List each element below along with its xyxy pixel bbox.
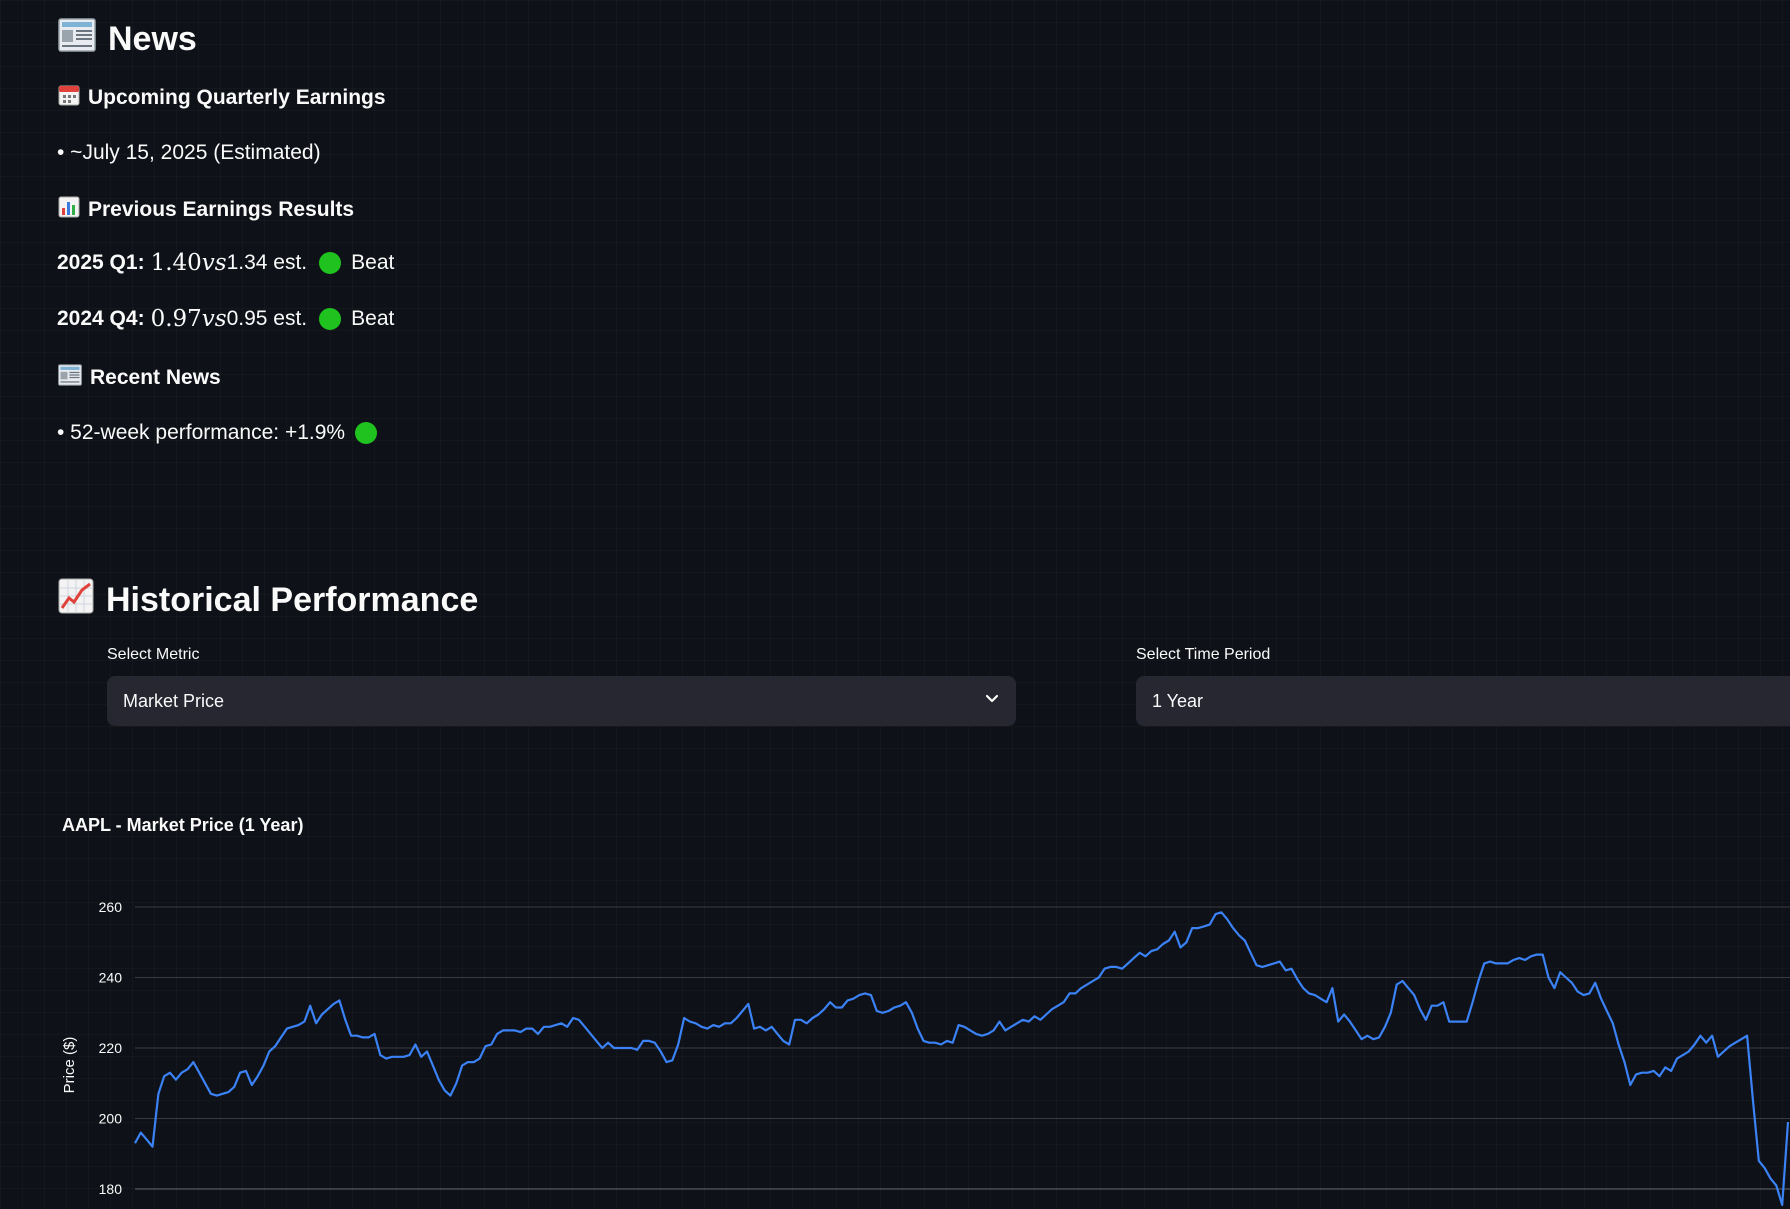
earnings-period-label: 2025 Q1: bbox=[57, 251, 145, 274]
historical-performance-title: Historical Performance bbox=[106, 581, 479, 619]
chart-increasing-icon bbox=[58, 578, 94, 623]
earnings-estimate-value: 1.34 est. bbox=[226, 251, 308, 274]
metric-select-value: Market Price bbox=[123, 690, 225, 711]
green-circle-icon bbox=[355, 422, 378, 444]
news-heading: News bbox=[58, 18, 197, 61]
y-axis-label: Price ($) bbox=[61, 1037, 78, 1094]
recent-news-heading: Recent News bbox=[58, 364, 221, 392]
upcoming-earnings-heading: Upcoming Quarterly Earnings bbox=[58, 84, 386, 112]
metric-select[interactable]: Market Price bbox=[107, 676, 1016, 726]
price-series-line bbox=[134, 911, 1790, 1206]
previous-earnings-heading: Previous Earnings Results bbox=[58, 196, 354, 224]
chart-title: AAPL - Market Price (1 Year) bbox=[62, 815, 304, 835]
select-metric-label: Select Metric bbox=[107, 646, 200, 663]
earnings-result-row: 2025 Q1: 1.40vs 1.34 est. Beat bbox=[57, 250, 394, 276]
bar-chart-icon bbox=[58, 196, 80, 224]
previous-earnings-title: Previous Earnings Results bbox=[88, 198, 355, 221]
chevron-down-icon bbox=[984, 691, 1000, 712]
newspaper-icon bbox=[58, 364, 82, 392]
green-circle-icon bbox=[319, 252, 342, 274]
upcoming-earnings-item: • ~July 15, 2025 (Estimated) bbox=[57, 141, 321, 164]
earnings-result-row: 2024 Q4: 0.97vs 0.95 est. Beat bbox=[57, 306, 394, 332]
y-tick-label: 200 bbox=[99, 1111, 123, 1127]
newspaper-icon bbox=[58, 18, 96, 61]
news-title: News bbox=[108, 20, 197, 58]
historical-performance-heading: Historical Performance bbox=[58, 578, 478, 623]
earnings-period-label: 2024 Q4: bbox=[57, 307, 145, 330]
calendar-icon bbox=[58, 84, 80, 112]
y-tick-label: 240 bbox=[99, 970, 123, 986]
green-circle-icon bbox=[319, 308, 342, 330]
upcoming-earnings-title: Upcoming Quarterly Earnings bbox=[88, 86, 386, 109]
y-tick-label: 180 bbox=[99, 1181, 123, 1197]
y-tick-label: 260 bbox=[99, 899, 123, 915]
earnings-status: Beat bbox=[351, 307, 395, 330]
earnings-estimate-value: 0.95 est. bbox=[226, 307, 308, 330]
price-line-chart: 180 200 220 240 260 Price ($) bbox=[61, 899, 1790, 1206]
recent-news-title: Recent News bbox=[90, 366, 221, 389]
earnings-status: Beat bbox=[351, 251, 395, 274]
earnings-actual-value: 1.40vs bbox=[150, 250, 227, 276]
earnings-actual-value: 0.97vs bbox=[150, 306, 227, 332]
time-period-select-value: 1 Year bbox=[1152, 690, 1204, 711]
select-time-period-label: Select Time Period bbox=[1136, 646, 1271, 663]
y-tick-label: 220 bbox=[99, 1040, 123, 1056]
recent-news-text: • 52-week performance: +1.9% bbox=[57, 421, 346, 444]
recent-news-item: • 52-week performance: +1.9% bbox=[57, 421, 378, 445]
time-period-select[interactable]: 1 Year bbox=[1136, 676, 1790, 726]
